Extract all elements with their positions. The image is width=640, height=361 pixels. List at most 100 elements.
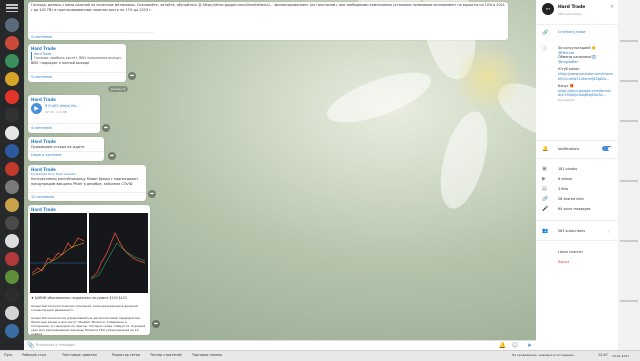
chat-avatar[interactable] xyxy=(5,270,19,284)
channel-post[interactable]: Господа, делюсь с вами сильной на полезн… xyxy=(28,2,508,40)
bonus-link[interactable]: https://docs.google.com/forms/d/e/1FAIpQ… xyxy=(558,89,614,98)
chat-avatar[interactable] xyxy=(5,90,19,104)
channel-link[interactable]: t.me/hard_trade xyxy=(558,30,614,35)
notifications-label: Notifications xyxy=(558,147,580,151)
divider xyxy=(536,240,618,241)
voice-row[interactable]: 64 voice messages xyxy=(558,207,590,211)
share-icon[interactable]: ➦ xyxy=(128,72,136,80)
share-icon[interactable]: ➦ xyxy=(102,124,110,132)
divider xyxy=(536,158,618,159)
post-caption: ♦ $ARNM образовалась поддержка на уровне… xyxy=(31,296,127,300)
chat-avatar[interactable] xyxy=(5,198,19,212)
chat-avatar[interactable] xyxy=(5,54,19,68)
report-button[interactable]: Report xyxy=(558,260,569,264)
emoji-icon[interactable]: ☺ xyxy=(512,342,518,349)
post-text-2: Акции биотехнологии управляемой на десят… xyxy=(31,316,146,335)
taskbar-item[interactable]: Торговая панель xyxy=(192,353,222,357)
close-icon[interactable]: ✕ xyxy=(610,4,614,10)
play-icon[interactable]: ▶ xyxy=(31,103,42,114)
wallpaper-flower-center xyxy=(448,48,528,108)
taskbar-item[interactable]: Редактор сетки xyxy=(112,353,140,357)
chat-avatar[interactable] xyxy=(5,288,19,302)
bell-icon: 🔔 xyxy=(542,146,549,152)
subscribers-row[interactable]: 582 subscribers xyxy=(558,229,585,233)
chart-image-right xyxy=(90,232,146,280)
files-row[interactable]: 3 files xyxy=(558,187,568,191)
channel-header: HT Hard Trade 582 subscribers ✕ xyxy=(536,0,618,25)
send-icon[interactable]: ➤ xyxy=(527,342,532,349)
bell-icon[interactable]: 🔔 xyxy=(499,342,506,349)
link-icon: 🔗 xyxy=(542,30,549,36)
link-icon: 🔗 xyxy=(542,196,549,202)
photos-row[interactable]: 181 photos xyxy=(558,167,577,171)
chart-screenshot[interactable] xyxy=(30,213,87,293)
chat-avatar[interactable] xyxy=(5,18,19,32)
channel-post[interactable]: Hard Trade ♦ $ARNM образовалась поддержк… xyxy=(28,205,150,335)
video-icon: ▶ xyxy=(542,176,546,182)
chat-avatar[interactable] xyxy=(5,180,19,194)
background-window xyxy=(618,0,640,350)
comments-link[interactable]: 12 comments xyxy=(28,192,146,200)
chat-avatar[interactable] xyxy=(5,324,19,338)
taskbar-item[interactable]: Пуск xyxy=(4,353,12,357)
channel-subscribers: 582 subscribers xyxy=(558,12,582,16)
post-channel-name: Hard Trade xyxy=(31,139,56,144)
comments-link[interactable]: 5 comments xyxy=(28,32,154,40)
chat-avatar[interactable] xyxy=(5,126,19,140)
microphone-icon: 🎤 xyxy=(542,206,549,212)
share-icon[interactable]: ➦ xyxy=(108,152,116,160)
chat-avatar[interactable] xyxy=(5,252,19,266)
taskbar-item[interactable]: Рабочий стол xyxy=(22,353,46,357)
share-icon[interactable]: ➦ xyxy=(152,320,160,328)
chevron-right-icon[interactable]: › xyxy=(608,229,610,234)
chat-avatar[interactable] xyxy=(5,216,19,230)
taskbar-item[interactable]: Тестер стратегий xyxy=(150,353,182,357)
chart-screenshot[interactable] xyxy=(89,213,148,293)
leave-channel-button[interactable]: Leave channel xyxy=(558,250,583,254)
chat-avatar[interactable] xyxy=(5,72,19,86)
wallpaper-petal xyxy=(431,106,497,214)
taskbar-item[interactable]: Текстовые заметки xyxy=(62,353,97,357)
channel-title: Hard Trade xyxy=(558,5,586,10)
exchange-user-link[interactable]: @miguafter xyxy=(558,60,614,65)
background-line xyxy=(620,180,638,182)
share-icon[interactable]: ➦ xyxy=(148,190,156,198)
chat-avatar[interactable] xyxy=(5,234,19,248)
channel-info-panel: HT Hard Trade 582 subscribers ✕ 🔗 t.me/h… xyxy=(536,0,618,350)
links-row[interactable]: 58 shared links xyxy=(558,197,584,201)
comments-link[interactable]: Leave a comment xyxy=(28,150,104,159)
date-separator: January 6 xyxy=(108,86,129,92)
comments-link[interactable]: 5 comments xyxy=(28,72,126,80)
channel-post[interactable]: Hard Trade ▶ Я Я ЦКО (Hello) Mu... 02:31… xyxy=(28,95,100,133)
channel-post[interactable]: Hard Trade Прижимаем отходя на ждите. Le… xyxy=(28,137,104,161)
menu-icon[interactable] xyxy=(6,4,18,13)
attach-icon[interactable]: 📎 xyxy=(27,342,34,349)
news-ticker[interactable]: На проведению, мировых в последние... xyxy=(512,353,576,357)
message-input[interactable]: Broadcast a message... xyxy=(36,343,78,347)
youtube-link[interactable]: https://www.youtube.com/channel/UCcmIW11… xyxy=(558,72,614,81)
chat-avatar[interactable] xyxy=(5,144,19,158)
chat-avatar[interactable] xyxy=(5,162,19,176)
comments-link[interactable]: 4 comments xyxy=(28,123,100,131)
channel-description: За консультацией 🙂 @ttfuture Обмены кана… xyxy=(558,46,614,103)
chat-avatar[interactable] xyxy=(5,306,19,320)
date: 14.01.2021 xyxy=(612,354,630,358)
chat-avatar[interactable] xyxy=(5,108,19,122)
chat-history[interactable]: Господа, делюсь с вами сильной на полезн… xyxy=(24,0,536,340)
taskbar: Пуск Рабочий стол Текстовые заметки Реда… xyxy=(0,350,640,361)
users-icon: 👥 xyxy=(542,228,549,234)
post-text: ВВО: подходит к полной выходе xyxy=(31,61,90,65)
post-channel-name: Hard Trade xyxy=(31,207,56,212)
quote-text: Газпром: прибыль растёт, ВВО пополнения … xyxy=(34,56,123,60)
channel-post[interactable]: Hard Trade Hard Trade Газпром: прибыль р… xyxy=(28,44,126,82)
background-line xyxy=(620,120,638,122)
chat-avatar[interactable] xyxy=(5,36,19,50)
channel-post[interactable]: Hard Trade Forwarded from Hard Investor … xyxy=(28,165,146,201)
channel-link-text[interactable]: t.me/hard_trade xyxy=(558,30,614,35)
chart-image-left xyxy=(30,237,87,276)
channel-avatar[interactable]: HT xyxy=(542,3,554,15)
notifications-toggle[interactable] xyxy=(602,146,612,151)
forwarded-from[interactable]: Forwarded from Hard Investor xyxy=(31,172,143,176)
videos-row[interactable]: 8 videos xyxy=(558,177,572,181)
telegram-window: Господа, делюсь с вами сильной на полезн… xyxy=(0,0,640,351)
